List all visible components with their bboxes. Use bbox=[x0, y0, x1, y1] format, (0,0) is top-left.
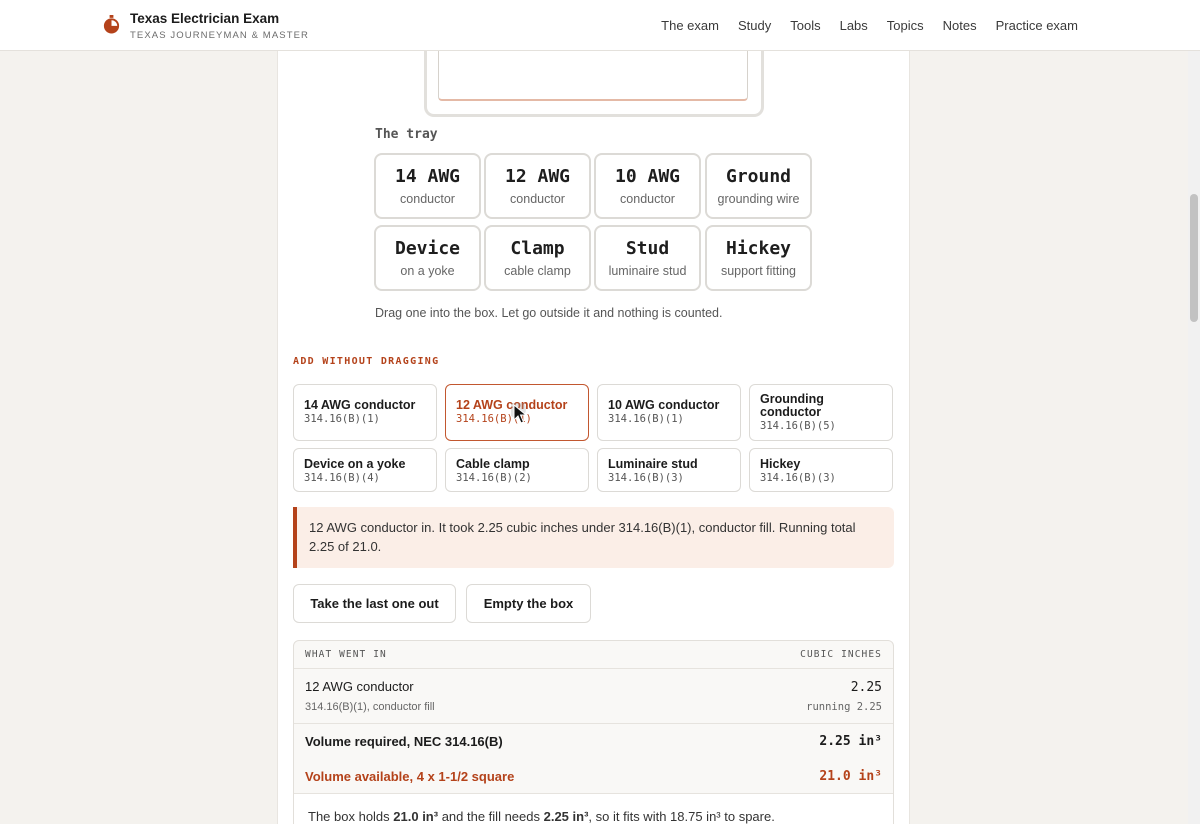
tray-tile-12-awg[interactable]: 12 AWG conductor bbox=[484, 153, 591, 219]
button-label: 14 AWG conductor bbox=[304, 398, 416, 412]
add-10-awg-conductor-button[interactable]: 10 AWG conductor 314.16(B)(1) bbox=[597, 384, 741, 441]
tray-label: The tray bbox=[375, 127, 438, 142]
nav-practice-exam[interactable]: Practice exam bbox=[996, 18, 1078, 33]
tile-sub: support fitting bbox=[720, 264, 797, 278]
button-label: 10 AWG conductor bbox=[608, 398, 720, 412]
tray-tile-device[interactable]: Device on a yoke bbox=[374, 225, 481, 291]
tile-sub: cable clamp bbox=[504, 264, 571, 278]
button-label: Cable clamp bbox=[456, 457, 530, 471]
volume-required-row: Volume required, NEC 314.16(B) 2.25 in³ bbox=[294, 724, 893, 759]
volume-required-label: Volume required, NEC 314.16(B) bbox=[305, 734, 503, 749]
tile-name: Device bbox=[394, 238, 461, 259]
stopwatch-logo-icon bbox=[103, 15, 120, 34]
tray-tile-14-awg[interactable]: 14 AWG conductor bbox=[374, 153, 481, 219]
tray-tile-clamp[interactable]: Clamp cable clamp bbox=[484, 225, 591, 291]
ledger-col-volume: CUBIC INCHES bbox=[800, 649, 882, 660]
nav-labs[interactable]: Labs bbox=[840, 18, 868, 33]
fit-summary: The box holds 21.0 in³ and the fill need… bbox=[294, 794, 893, 824]
add-grounding-conductor-button[interactable]: Grounding conductor 314.16(B)(5) bbox=[749, 384, 893, 441]
ledger-row: 12 AWG conductor 314.16(B)(1), conductor… bbox=[294, 669, 893, 724]
add-luminaire-stud-button[interactable]: Luminaire stud 314.16(B)(3) bbox=[597, 448, 741, 492]
status-message: 12 AWG conductor in. It took 2.25 cubic … bbox=[293, 507, 894, 568]
tile-sub: on a yoke bbox=[400, 264, 455, 278]
ledger-item-detail: 314.16(B)(1), conductor fill bbox=[305, 701, 435, 713]
tile-name: 12 AWG bbox=[504, 166, 571, 187]
button-label: Luminaire stud bbox=[608, 457, 698, 471]
nav-topics[interactable]: Topics bbox=[887, 18, 924, 33]
button-code-ref: 314.16(B)(1) bbox=[304, 413, 380, 425]
ledger-item-running: running 2.25 bbox=[806, 701, 882, 713]
summary-needs: 2.25 in³ bbox=[543, 809, 589, 824]
volume-available-row: Volume available, 4 x 1-1/2 square 21.0 … bbox=[294, 759, 893, 794]
summary-holds: 21.0 in³ bbox=[393, 809, 439, 824]
tray-tile-10-awg[interactable]: 10 AWG conductor bbox=[594, 153, 701, 219]
tile-name: Hickey bbox=[725, 238, 792, 259]
nav-notes[interactable]: Notes bbox=[943, 18, 977, 33]
drag-instructions: Drag one into the box. Let go outside it… bbox=[375, 306, 723, 320]
button-code-ref: 314.16(B)(3) bbox=[760, 472, 836, 484]
top-bar: Texas Electrician Exam TEXAS JOURNEYMAN … bbox=[0, 0, 1200, 51]
button-code-ref: 314.16(B)(4) bbox=[304, 472, 380, 484]
add-cable-clamp-button[interactable]: Cable clamp 314.16(B)(2) bbox=[445, 448, 589, 492]
add-section-label: ADD WITHOUT DRAGGING bbox=[293, 356, 440, 367]
add-hickey-button[interactable]: Hickey 314.16(B)(3) bbox=[749, 448, 893, 492]
nav-study[interactable]: Study bbox=[738, 18, 771, 33]
tray-tile-stud[interactable]: Stud luminaire stud bbox=[594, 225, 701, 291]
brand[interactable]: Texas Electrician Exam TEXAS JOURNEYMAN … bbox=[102, 10, 309, 41]
volume-available-value: 21.0 in³ bbox=[819, 769, 882, 784]
scrollbar-thumb[interactable] bbox=[1190, 194, 1198, 322]
site-title: Texas Electrician Exam bbox=[130, 11, 280, 26]
tile-name: Stud bbox=[625, 238, 670, 259]
add-device-on-yoke-button[interactable]: Device on a yoke 314.16(B)(4) bbox=[293, 448, 437, 492]
tile-name: 14 AWG bbox=[394, 166, 461, 187]
fill-ledger: WHAT WENT IN CUBIC INCHES 12 AWG conduct… bbox=[293, 640, 894, 824]
mouse-cursor-icon bbox=[511, 403, 528, 424]
ledger-item-name: 12 AWG conductor bbox=[305, 679, 414, 694]
tile-sub: conductor bbox=[510, 192, 565, 206]
ledger-col-items: WHAT WENT IN bbox=[305, 649, 387, 660]
button-code-ref: 314.16(B)(5) bbox=[760, 420, 836, 432]
nav-the-exam[interactable]: The exam bbox=[661, 18, 719, 33]
volume-required-value: 2.25 in³ bbox=[819, 734, 882, 749]
button-label: Hickey bbox=[760, 457, 801, 471]
tile-sub: grounding wire bbox=[717, 192, 800, 206]
tile-name: Ground bbox=[725, 166, 792, 187]
button-code-ref: 314.16(B)(3) bbox=[608, 472, 684, 484]
tile-sub: luminaire stud bbox=[608, 264, 687, 278]
tile-sub: conductor bbox=[620, 192, 675, 206]
tile-name: Clamp bbox=[510, 238, 565, 259]
site-subtitle: TEXAS JOURNEYMAN & MASTER bbox=[130, 30, 309, 41]
summary-text: and the fill needs bbox=[438, 809, 544, 824]
nav-tools[interactable]: Tools bbox=[790, 18, 820, 33]
button-code-ref: 314.16(B)(1) bbox=[608, 413, 684, 425]
summary-text: , so it fits with 18.75 in³ to spare. bbox=[588, 809, 775, 824]
summary-text: The box holds bbox=[308, 809, 394, 824]
button-code-ref: 314.16(B)(2) bbox=[456, 472, 532, 484]
tray-tile-hickey[interactable]: Hickey support fitting bbox=[705, 225, 812, 291]
button-label: Device on a yoke bbox=[304, 457, 406, 471]
button-label: Grounding conductor bbox=[760, 392, 824, 419]
empty-box-button[interactable]: Empty the box bbox=[466, 584, 591, 623]
ledger-item-value: 2.25 bbox=[850, 680, 882, 695]
ledger-header: WHAT WENT IN CUBIC INCHES bbox=[294, 641, 893, 669]
volume-available-label: Volume available, 4 x 1-1/2 square bbox=[305, 769, 515, 784]
add-14-awg-conductor-button[interactable]: 14 AWG conductor 314.16(B)(1) bbox=[293, 384, 437, 441]
main-nav: The exam Study Tools Labs Topics Notes P… bbox=[661, 18, 1078, 33]
page-scrollbar[interactable] bbox=[1188, 51, 1200, 824]
remove-last-button[interactable]: Take the last one out bbox=[293, 584, 456, 623]
tray-tile-ground[interactable]: Ground grounding wire bbox=[705, 153, 812, 219]
tile-sub: conductor bbox=[400, 192, 455, 206]
tile-name: 10 AWG bbox=[614, 166, 681, 187]
